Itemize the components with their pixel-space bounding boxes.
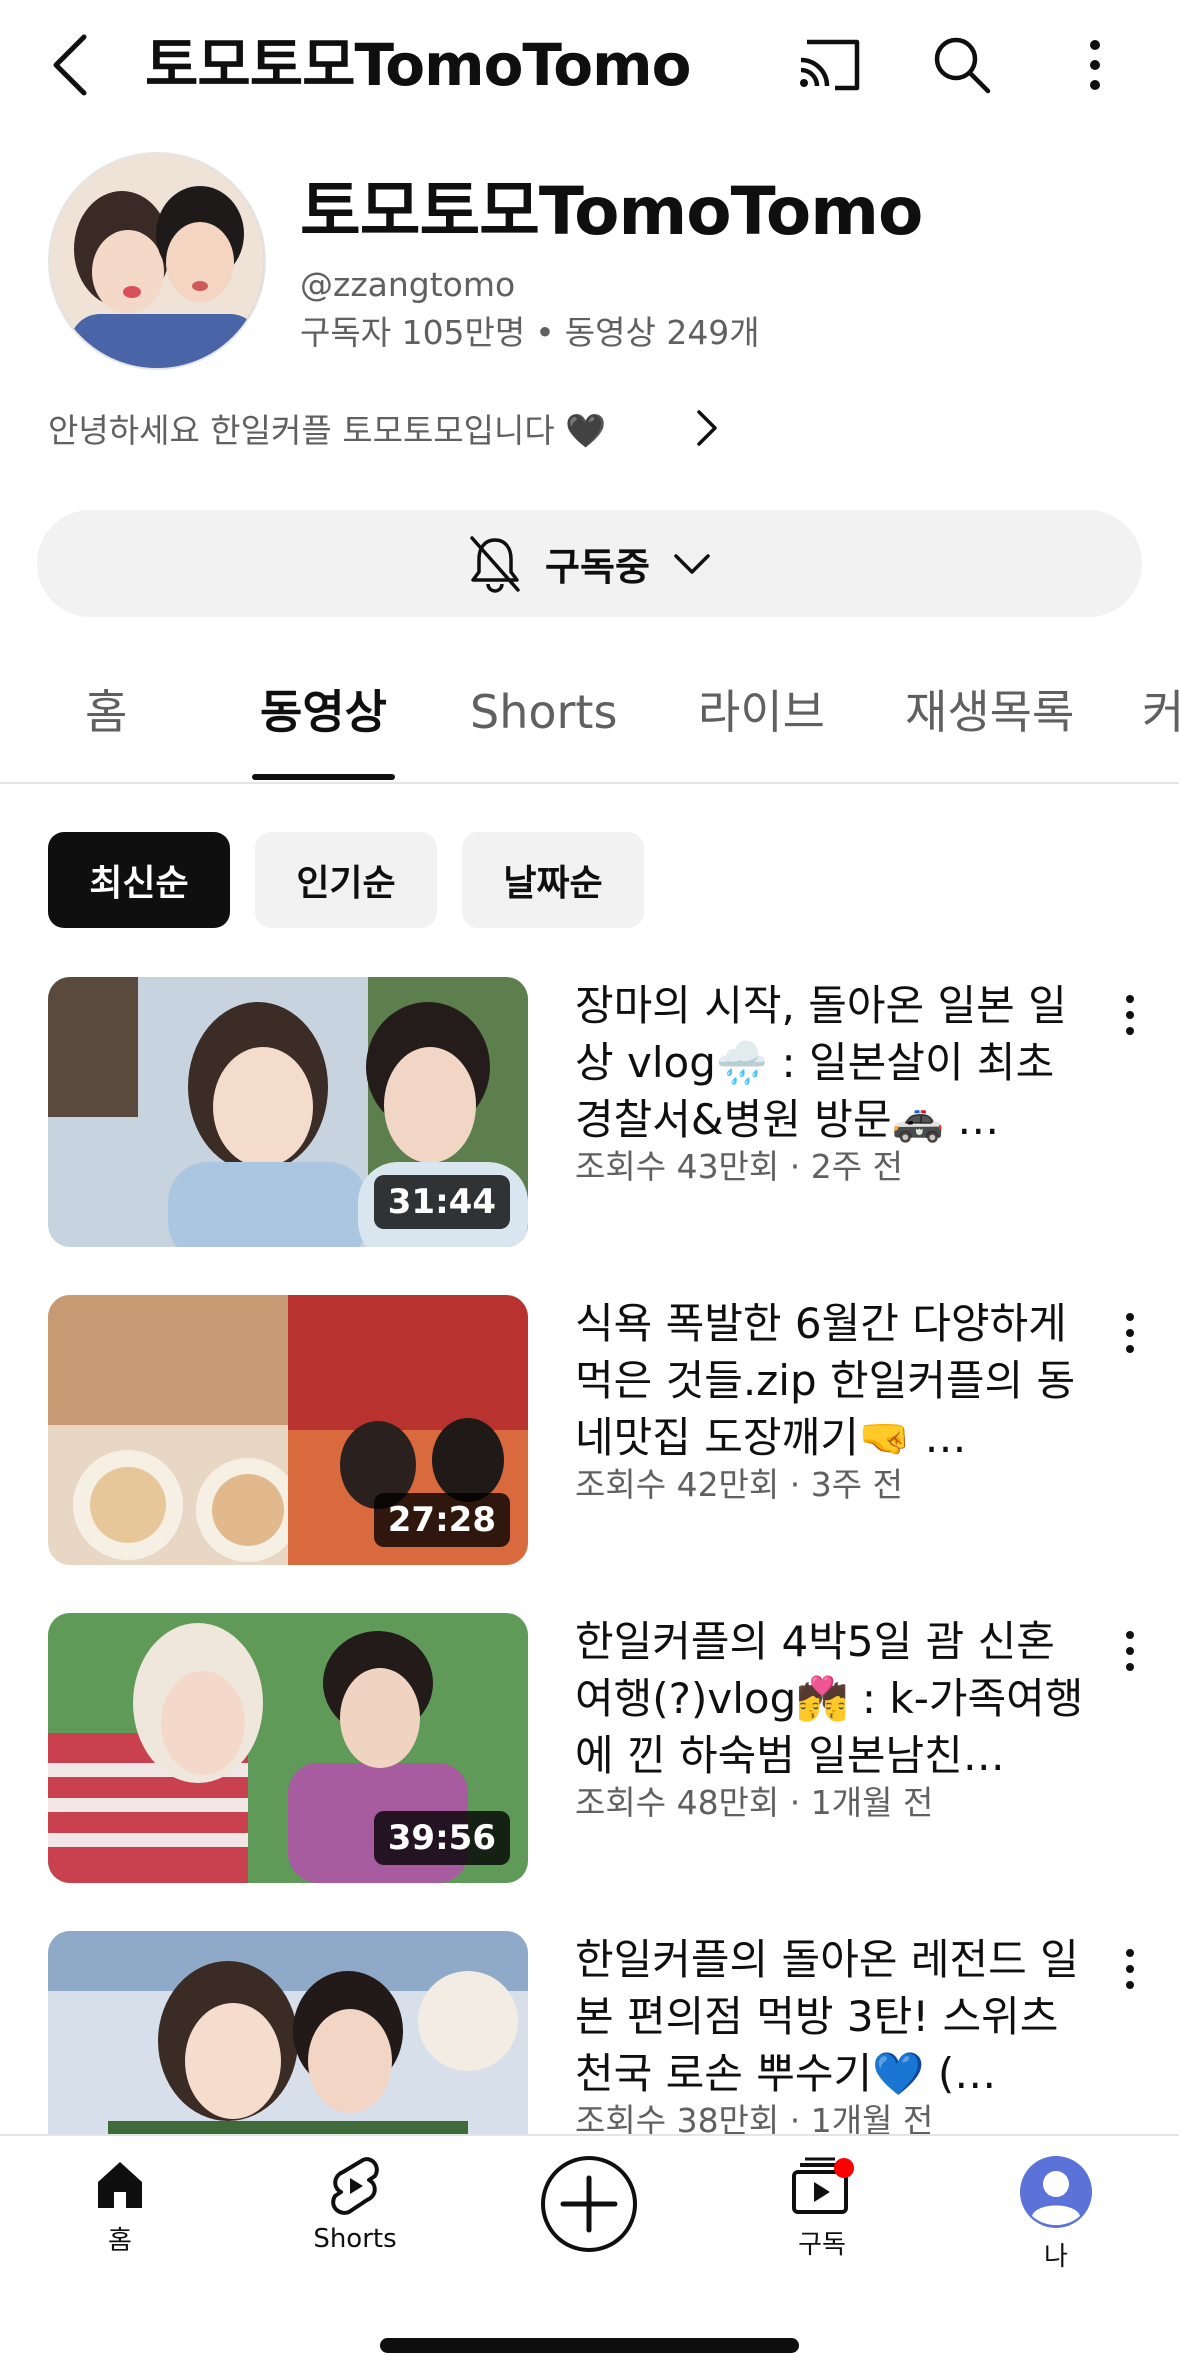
video-item[interactable]: 39:56 한일커플의 4박5일 괌 신혼 여행(?)vlog💏 : k-가족여… bbox=[0, 1613, 1179, 1893]
video-duration: 39:56 bbox=[373, 1811, 510, 1865]
tab-community[interactable]: 커 bbox=[1142, 680, 1179, 744]
chevron-down-icon bbox=[674, 553, 710, 574]
channel-handle: @zzangtomo bbox=[300, 265, 516, 304]
active-tab-indicator bbox=[252, 774, 395, 780]
channel-name: 토모토모TomoTomo bbox=[300, 173, 923, 250]
subscribe-label: 구독중 bbox=[545, 545, 650, 589]
chip-popular[interactable]: 인기순 bbox=[255, 832, 437, 928]
video-title[interactable]: 식욕 폭발한 6월간 다양하게 먹은 것들.zip 한일커플의 동네맛집 도장깨… bbox=[575, 1295, 1095, 1466]
channel-description-row[interactable]: 안녕하세요 한일커플 토모토모입니다 🖤 bbox=[48, 400, 717, 456]
channel-avatar[interactable] bbox=[48, 152, 266, 370]
stats-separator: • bbox=[535, 313, 555, 352]
more-vert-icon bbox=[1126, 1313, 1134, 1353]
tab-shorts[interactable]: Shorts bbox=[470, 680, 617, 744]
home-indicator[interactable] bbox=[380, 2338, 799, 2353]
video-more-button[interactable] bbox=[1105, 1303, 1155, 1363]
tab-playlists[interactable]: 재생목록 bbox=[905, 680, 1074, 744]
video-item[interactable]: 31:44 장마의 시작, 돌아온 일본 일상 vlog🌧️ : 일본살이 최초… bbox=[0, 977, 1179, 1257]
video-more-button[interactable] bbox=[1105, 1621, 1155, 1681]
back-icon bbox=[53, 34, 87, 96]
nav-you-label: 나 bbox=[1044, 2242, 1068, 2272]
subscribed-button[interactable]: 구독중 bbox=[37, 510, 1142, 617]
more-options-button[interactable] bbox=[1060, 30, 1130, 100]
search-button[interactable] bbox=[927, 30, 997, 100]
video-count: 동영상 249개 bbox=[564, 313, 760, 352]
video-more-button[interactable] bbox=[1105, 985, 1155, 1045]
nav-shorts-label: Shorts bbox=[313, 2224, 397, 2254]
nav-subscriptions[interactable]: 구독 bbox=[732, 2156, 912, 2286]
more-vert-icon bbox=[1090, 40, 1100, 90]
cast-icon bbox=[800, 39, 860, 91]
video-duration: 27:28 bbox=[373, 1493, 510, 1547]
create-plus-icon bbox=[541, 2156, 637, 2252]
more-vert-icon bbox=[1126, 995, 1134, 1035]
video-thumbnail[interactable]: 39:56 bbox=[48, 1613, 528, 1883]
channel-description: 안녕하세요 한일커플 토모토모입니다 🖤 bbox=[48, 411, 607, 450]
video-duration: 31:44 bbox=[373, 1175, 510, 1229]
more-vert-icon bbox=[1126, 1631, 1134, 1671]
nav-shorts[interactable]: Shorts bbox=[265, 2156, 445, 2286]
video-more-button[interactable] bbox=[1105, 1939, 1155, 1999]
channel-stats: 구독자 105만명 • 동영상 249개 bbox=[300, 312, 760, 354]
video-meta: 조회수 43만회 · 2주 전 bbox=[575, 1147, 903, 1186]
search-icon bbox=[934, 37, 991, 94]
chevron-right-icon bbox=[697, 410, 717, 446]
nav-you[interactable]: 나 bbox=[966, 2156, 1146, 2286]
top-app-bar: 토모토모TomoTomo bbox=[0, 0, 1179, 130]
tab-live[interactable]: 라이브 bbox=[698, 680, 825, 744]
more-vert-icon bbox=[1126, 1949, 1134, 1989]
video-meta: 조회수 48만회 · 1개월 전 bbox=[575, 1783, 934, 1822]
topbar-title: 토모토모TomoTomo bbox=[145, 31, 691, 99]
nav-create[interactable] bbox=[499, 2154, 679, 2284]
video-meta: 조회수 42만회 · 3주 전 bbox=[575, 1465, 903, 1504]
video-thumbnail[interactable]: 31:44 bbox=[48, 977, 528, 1247]
video-item[interactable]: 27:28 식욕 폭발한 6월간 다양하게 먹은 것들.zip 한일커플의 동네… bbox=[0, 1295, 1179, 1575]
account-avatar-icon bbox=[1020, 2156, 1092, 2228]
video-title[interactable]: 한일커플의 돌아온 레전드 일본 편의점 먹방 3탄! 스위츠 천국 로손 뿌수… bbox=[575, 1931, 1095, 2102]
shorts-icon bbox=[331, 2157, 379, 2215]
tab-home[interactable]: 홈 bbox=[85, 680, 127, 744]
video-title[interactable]: 장마의 시작, 돌아온 일본 일상 vlog🌧️ : 일본살이 최초 경찰서&병… bbox=[575, 977, 1095, 1148]
home-icon bbox=[98, 2162, 142, 2208]
subscriber-count: 구독자 105만명 bbox=[300, 313, 526, 352]
video-title[interactable]: 한일커플의 4박5일 괌 신혼 여행(?)vlog💏 : k-가족여행에 낀 하… bbox=[575, 1613, 1095, 1784]
chip-latest[interactable]: 최신순 bbox=[48, 832, 230, 928]
back-button[interactable] bbox=[40, 30, 100, 100]
tab-videos[interactable]: 동영상 bbox=[260, 680, 387, 744]
channel-tabs: 홈 동영상 Shorts 라이브 재생목록 커 bbox=[0, 662, 1179, 784]
chip-oldest[interactable]: 날짜순 bbox=[462, 832, 644, 928]
nav-home[interactable]: 홈 bbox=[30, 2156, 210, 2286]
bell-off-icon bbox=[470, 535, 520, 593]
cast-button[interactable] bbox=[795, 30, 865, 100]
subscriptions-icon bbox=[792, 2157, 854, 2214]
nav-home-label: 홈 bbox=[108, 2226, 132, 2256]
nav-subscriptions-label: 구독 bbox=[798, 2230, 846, 2260]
video-thumbnail[interactable]: 27:28 bbox=[48, 1295, 528, 1565]
